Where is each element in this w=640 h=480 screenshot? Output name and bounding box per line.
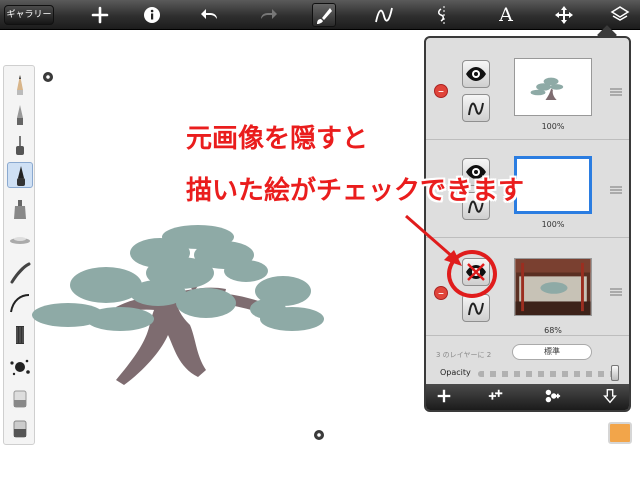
layer-reorder-handle[interactable] [610,186,622,194]
layer-opacity: 100% [541,220,565,229]
opacity-label: Opacity [440,368,471,377]
fine-pen-brush-icon[interactable] [7,102,33,128]
delete-layer-icon[interactable]: – [434,286,448,300]
annotation-line-2: 描いた絵がチェックできます [186,176,525,206]
layers-count-text: 3 のレイヤーに 2 [436,351,492,359]
opacity-slider-knob[interactable] [611,365,620,381]
undo-icon[interactable] [198,3,222,27]
layer-opacity: 100% [541,122,565,131]
canvas-artwork[interactable] [28,215,348,385]
layer-opacity: 68% [544,326,562,335]
top-toolbar: ギャラリー A [0,0,640,30]
layer-reorder-handle[interactable] [610,88,622,96]
opacity-slider-fill [478,371,616,377]
annotation-highlight-circle [447,250,497,298]
blend-mode-icon[interactable] [462,94,490,122]
add-layer-icon[interactable] [432,387,456,407]
layer-thumbnail[interactable] [514,258,592,316]
symmetry-icon[interactable] [432,3,456,27]
layer-thumbnail[interactable] [514,58,592,116]
opacity-slider[interactable] [478,371,618,377]
layer-thumbnail-selected[interactable] [514,156,592,214]
brush-icon[interactable] [312,3,336,27]
info-icon[interactable] [140,3,164,27]
delete-layer-icon[interactable]: – [434,84,448,98]
gallery-button[interactable]: ギャラリー [4,5,54,25]
redo-icon [256,3,280,27]
marker-brush-icon[interactable] [7,132,33,158]
sketch-app: ギャラリー A – 100% 100% – 68% 3 のレイヤーに 2 標準 … [0,0,640,480]
eraser-brush-icon[interactable] [7,386,33,412]
blend-mode-icon[interactable] [462,294,490,322]
blend-mode-selector[interactable]: 標準 [512,344,592,360]
stroke-icon[interactable] [372,3,396,27]
layers-icon[interactable] [608,3,632,27]
duplicate-layer-icon[interactable] [484,387,508,407]
merge-layer-icon[interactable] [540,387,564,407]
canvas-origin-marker[interactable] [43,72,53,82]
text-icon[interactable]: A [494,3,518,27]
smudge-brush-icon[interactable] [7,416,33,442]
plus-icon[interactable] [88,3,112,27]
eye-icon[interactable] [462,60,490,88]
export-layer-icon[interactable] [598,387,622,407]
layers-footer-toolbar [426,384,629,410]
canvas-handle[interactable] [314,430,324,440]
layer-row[interactable]: – 100% [426,42,629,140]
annotation-line-1: 元画像を隠すと [186,124,369,154]
current-color-swatch[interactable] [608,422,632,444]
layer-reorder-handle[interactable] [610,288,622,296]
move-icon[interactable] [552,3,576,27]
ink-pen-brush-icon[interactable] [7,162,33,188]
pencil-brush-icon[interactable] [7,72,33,98]
